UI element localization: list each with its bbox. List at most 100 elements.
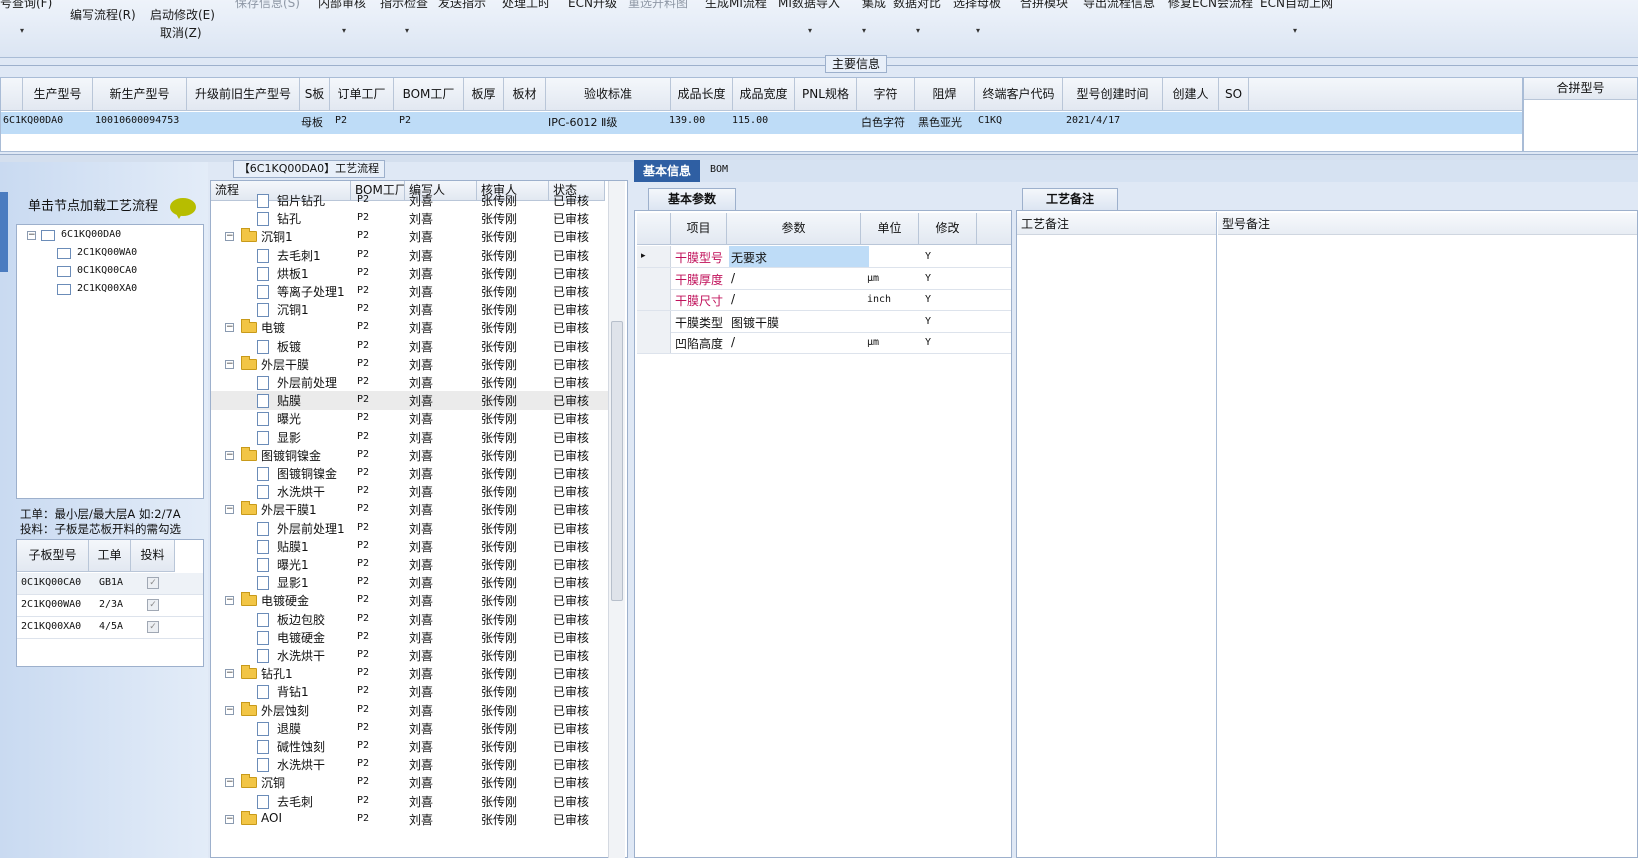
process-row[interactable]: − 外层干膜 P2 刘喜 张传刚 已审核 <box>211 355 617 374</box>
toolbar-item-7[interactable]: 发送指示 <box>438 0 486 11</box>
toolbar-item-6[interactable]: 指示检查 <box>380 0 428 11</box>
tree-node-child[interactable]: 2C1KQ00XA0 <box>77 283 137 294</box>
dropdown-arrow-icon[interactable]: ▾ <box>976 26 980 35</box>
column-header-14[interactable]: 终端客户代码 <box>975 78 1063 111</box>
column-header-17[interactable]: SO <box>1219 78 1249 111</box>
column-header-9[interactable]: 成品长度 <box>671 78 733 111</box>
process-row[interactable]: 曝光1 P2 刘喜 张传刚 已审核 <box>211 555 617 574</box>
process-row[interactable]: 沉铜1 P2 刘喜 张传刚 已审核 <box>211 300 617 319</box>
column-header-0[interactable]: 生产型号 <box>23 78 93 111</box>
toolbar-item-12[interactable]: MI数据导入 <box>778 0 840 11</box>
collapse-icon[interactable]: − <box>225 323 234 333</box>
column-header-5[interactable]: BOM工厂 <box>394 78 464 111</box>
toolbar-item-10[interactable]: 重选开料图 <box>628 0 688 11</box>
param-column-header-3[interactable]: 修改 <box>919 213 977 245</box>
process-row[interactable]: 外层前处理 P2 刘喜 张传刚 已审核 <box>211 373 617 392</box>
process-row[interactable]: 电镀硬金 P2 刘喜 张传刚 已审核 <box>211 628 617 647</box>
process-row[interactable]: 贴膜1 P2 刘喜 张传刚 已审核 <box>211 537 617 556</box>
sub-column-header-0[interactable]: 子板型号 <box>17 540 89 572</box>
process-row[interactable]: 图镀铜镍金 P2 刘喜 张传刚 已审核 <box>211 464 617 483</box>
process-row[interactable]: 水洗烘干 P2 刘喜 张传刚 已审核 <box>211 755 617 774</box>
toolbar-item-19[interactable]: ECN自动上网 <box>1260 0 1333 11</box>
process-row[interactable]: 板边包胶 P2 刘喜 张传刚 已审核 <box>211 610 617 629</box>
column-header-8[interactable]: 验收标准 <box>546 78 671 111</box>
dropdown-arrow-icon[interactable]: ▾ <box>20 26 24 35</box>
column-header-11[interactable]: PNL规格 <box>795 78 857 111</box>
column-header-10[interactable]: 成品宽度 <box>733 78 795 111</box>
sub-table-row[interactable]: 0C1KQ00CA0 GB1A ✓ <box>17 573 203 595</box>
process-row[interactable]: − 外层干膜1 P2 刘喜 张传刚 已审核 <box>211 500 617 519</box>
toolbar-item-14[interactable]: 数据对比 <box>893 0 941 11</box>
column-header-13[interactable]: 阻焊 <box>915 78 975 111</box>
column-header-1[interactable]: 新生产型号 <box>93 78 187 111</box>
tab-basic-params[interactable]: 基本参数 <box>648 188 736 210</box>
param-row[interactable]: 干膜类型 图镀干膜 Y <box>637 310 1011 333</box>
feed-checkbox[interactable]: ✓ <box>147 621 159 633</box>
param-value[interactable]: 图镀干膜 <box>731 314 779 331</box>
collapse-icon[interactable]: − <box>225 359 234 369</box>
process-scrollbar[interactable] <box>608 181 625 858</box>
sub-column-header-2[interactable]: 投料 <box>131 540 175 572</box>
toolbar-item-17[interactable]: 导出流程信息 <box>1083 0 1155 11</box>
column-header-6[interactable]: 板厚 <box>464 78 504 111</box>
process-row[interactable]: 显影1 P2 刘喜 张传刚 已审核 <box>211 573 617 592</box>
param-row[interactable]: ▸ 干膜型号 无要求 Y <box>637 246 1011 268</box>
toolbar-item-2[interactable]: 启动修改(E) <box>150 6 215 23</box>
process-row[interactable]: 显影 P2 刘喜 张传刚 已审核 <box>211 428 617 447</box>
process-row[interactable]: − 电镀 P2 刘喜 张传刚 已审核 <box>211 318 617 337</box>
process-row[interactable]: 曝光 P2 刘喜 张传刚 已审核 <box>211 409 617 428</box>
process-row[interactable]: 去毛刺 P2 刘喜 张传刚 已审核 <box>211 792 617 811</box>
toolbar-item-18[interactable]: 修复ECN会流程 <box>1168 0 1253 11</box>
collapse-icon[interactable]: − <box>225 596 234 606</box>
process-row[interactable]: 等离子处理1 P2 刘喜 张传刚 已审核 <box>211 282 617 301</box>
feed-checkbox[interactable]: ✓ <box>147 599 159 611</box>
collapse-icon[interactable]: − <box>225 705 234 715</box>
process-row[interactable]: − 沉铜1 P2 刘喜 张传刚 已审核 <box>211 227 617 246</box>
feed-checkbox[interactable]: ✓ <box>147 577 159 589</box>
process-row[interactable]: − 外层蚀刻 P2 刘喜 张传刚 已审核 <box>211 701 617 720</box>
toolbar-item-4[interactable]: 保存信息(S) <box>235 0 300 11</box>
tab-bom[interactable]: BOM <box>710 164 728 175</box>
process-row[interactable]: 钻孔 P2 刘喜 张传刚 已审核 <box>211 209 617 228</box>
process-row[interactable]: 水洗烘干 P2 刘喜 张传刚 已审核 <box>211 646 617 665</box>
sub-column-header-1[interactable]: 工单 <box>89 540 131 572</box>
collapse-icon[interactable]: − <box>225 669 234 679</box>
collapse-icon[interactable]: − <box>225 505 234 515</box>
param-value[interactable]: 无要求 <box>731 249 767 266</box>
column-header-12[interactable]: 字符 <box>857 78 915 111</box>
sub-table-row[interactable]: 2C1KQ00XA0 4/5A ✓ <box>17 617 203 639</box>
param-column-header-2[interactable]: 单位 <box>861 213 919 245</box>
tree-node-child[interactable]: 0C1KQ00CA0 <box>77 265 137 276</box>
left-side-tab[interactable] <box>0 192 8 272</box>
param-row[interactable]: 干膜厚度 / μm Y <box>637 267 1011 290</box>
column-header-15[interactable]: 型号创建时间 <box>1063 78 1163 111</box>
process-row[interactable]: − 电镀硬金 P2 刘喜 张传刚 已审核 <box>211 591 617 610</box>
toolbar-item-16[interactable]: 合拼模块 <box>1020 0 1068 11</box>
column-header-7[interactable]: 板材 <box>504 78 546 111</box>
process-row[interactable]: 背钻1 P2 刘喜 张传刚 已审核 <box>211 682 617 701</box>
param-row[interactable]: 凹陷高度 / μm Y <box>637 332 1011 354</box>
process-row[interactable]: 板镀 P2 刘喜 张传刚 已审核 <box>211 337 617 356</box>
toolbar-item-13[interactable]: 集成 <box>862 0 886 11</box>
toolbar-item-1[interactable]: 编写流程(R) <box>70 6 136 23</box>
param-value[interactable]: / <box>731 271 735 285</box>
toolbar-item-9[interactable]: ECN升级 <box>568 0 617 11</box>
dropdown-arrow-icon[interactable]: ▾ <box>405 26 409 35</box>
dropdown-arrow-icon[interactable]: ▾ <box>342 26 346 35</box>
process-row[interactable]: 铝片钻孔 P2 刘喜 张传刚 已审核 <box>211 191 617 210</box>
param-value[interactable]: / <box>731 335 735 349</box>
dropdown-arrow-icon[interactable]: ▾ <box>916 26 920 35</box>
process-row[interactable]: − 钻孔1 P2 刘喜 张传刚 已审核 <box>211 664 617 683</box>
collapse-icon[interactable]: − <box>225 450 234 460</box>
collapse-icon[interactable]: − <box>225 814 234 824</box>
dropdown-arrow-icon[interactable]: ▾ <box>1293 26 1297 35</box>
process-row[interactable]: 外层前处理1 P2 刘喜 张传刚 已审核 <box>211 519 617 538</box>
toolbar-item-15[interactable]: 选择母板 <box>953 0 1001 11</box>
column-header-4[interactable]: 订单工厂 <box>330 78 394 111</box>
sub-table-row[interactable]: 2C1KQ00WA0 2/3A ✓ <box>17 595 203 617</box>
process-row[interactable]: − AOI P2 刘喜 张传刚 已审核 <box>211 810 617 829</box>
param-column-header-0[interactable]: 项目 <box>671 213 727 245</box>
column-header-2[interactable]: 升级前旧生产型号 <box>187 78 300 111</box>
scroll-thumb[interactable] <box>611 321 623 601</box>
process-row[interactable]: 去毛刺1 P2 刘喜 张传刚 已审核 <box>211 246 617 265</box>
